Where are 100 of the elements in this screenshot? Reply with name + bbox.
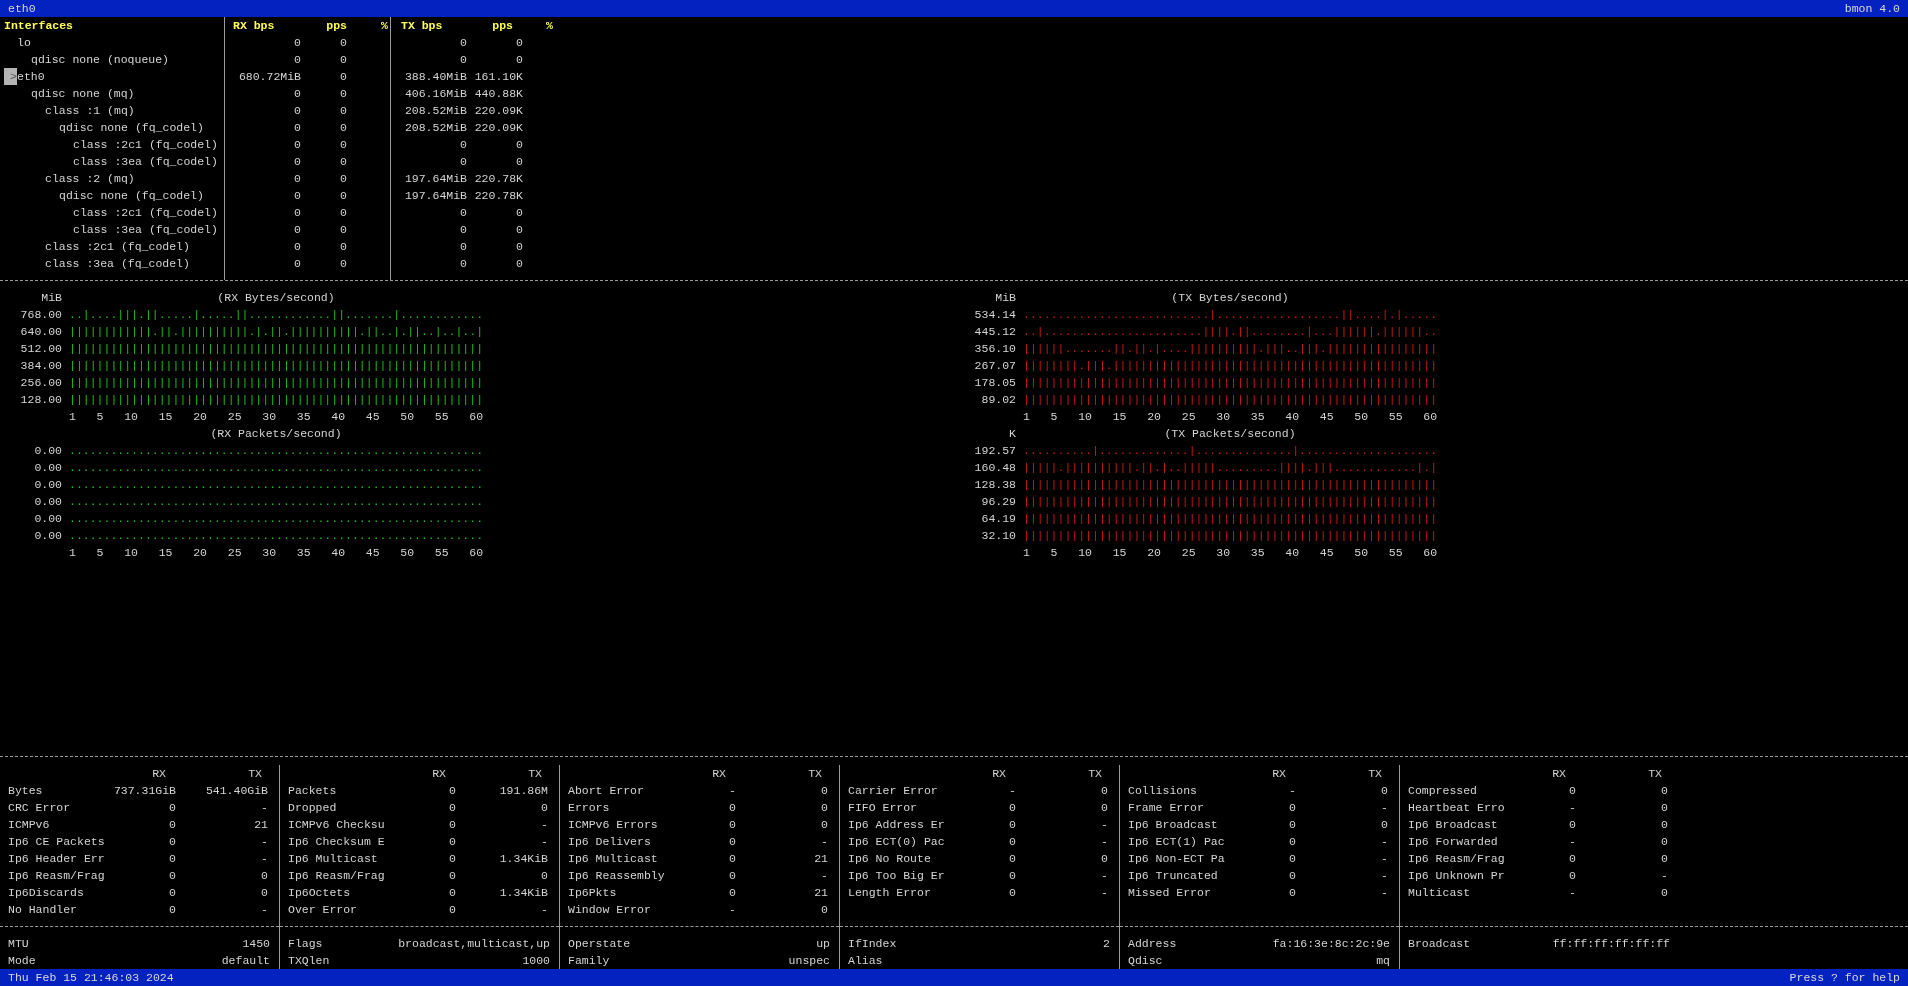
- column-header: RX: [992, 767, 1006, 780]
- interface-name[interactable]: class :3ea (fq_codel): [73, 221, 218, 238]
- interface-name[interactable]: qdisc none (fq_codel): [59, 119, 204, 136]
- info-label: TXQlen: [288, 953, 330, 969]
- stat-value: 0: [541, 869, 548, 882]
- stat-value: 0: [261, 886, 268, 899]
- stat-value: 0: [1009, 886, 1016, 899]
- stat-value: 541.40GiB: [205, 784, 268, 797]
- table-cell: 0: [340, 172, 347, 185]
- axis-label: 64.19: [981, 512, 1016, 525]
- table-cell: 0: [340, 240, 347, 253]
- column-header: RX: [152, 767, 166, 780]
- graph-bars: ||||||||||||||||||||||||||||||||||||||||||||||||||||||||||||: [1023, 374, 1438, 391]
- stat-value: -: [1101, 835, 1108, 848]
- stat-value: 21: [254, 818, 268, 831]
- stat-value: -: [821, 869, 828, 882]
- stat-value: 0: [1009, 835, 1016, 848]
- table-cell: 0: [340, 53, 347, 66]
- stat-label: Compressed: [1408, 784, 1477, 797]
- interface-name[interactable]: eth0: [17, 68, 45, 85]
- stat-value: 0: [729, 886, 736, 899]
- interface-name[interactable]: qdisc none (fq_codel): [59, 187, 204, 204]
- stat-value: 0: [541, 801, 548, 814]
- stat-label: ICMPv6 Checksu: [288, 818, 385, 831]
- interface-name[interactable]: class :3ea (fq_codel): [45, 255, 190, 272]
- interface-name[interactable]: class :3ea (fq_codel): [73, 153, 218, 170]
- graph-bars: ||||||||||||||||||||||||||||||||||||||||||||||||||||||||||||: [69, 391, 484, 408]
- graph-title: (TX Packets/second): [1164, 427, 1296, 440]
- graph-bars: |||||.||||||||||.||.|..|||||.........||||.|||............|.|: [1023, 459, 1438, 476]
- column-header: TX: [1088, 767, 1102, 780]
- stat-label: Ip6 Unknown Pr: [1408, 869, 1505, 882]
- info-value: ff:ff:ff:ff:ff:ff: [1552, 936, 1670, 952]
- stat-value: -: [1381, 869, 1388, 882]
- table-cell: 0: [460, 138, 467, 151]
- table-cell: 0: [340, 121, 347, 134]
- axis-label: 256.00: [20, 376, 62, 389]
- stat-value: -: [1381, 886, 1388, 899]
- stat-label: Ip6 Broadcast: [1408, 818, 1498, 831]
- axis-label: 178.05: [974, 376, 1016, 389]
- table-cell: 0: [294, 121, 301, 134]
- stat-label: Ip6 Broadcast: [1128, 818, 1218, 831]
- stat-value: 0: [449, 852, 456, 865]
- stat-value: 0: [729, 818, 736, 831]
- x-axis-labels: 1 5 10 15 20 25 30 35 40 45 50 55 60: [69, 409, 484, 425]
- unit-label: MiB: [995, 291, 1016, 304]
- table-cell: 0: [516, 138, 523, 151]
- axis-label: 0.00: [34, 529, 62, 542]
- stat-label: Ip6 Multicast: [568, 852, 658, 865]
- graph-bars: ............................................................: [69, 442, 484, 459]
- stat-value: 0: [1569, 818, 1576, 831]
- stat-value: -: [261, 852, 268, 865]
- stat-value: 0: [1661, 818, 1668, 831]
- stat-value: -: [541, 903, 548, 916]
- stat-value: -: [1381, 801, 1388, 814]
- stat-value: -: [1569, 801, 1576, 814]
- column-header: RX: [1272, 767, 1286, 780]
- stat-value: 0: [1381, 784, 1388, 797]
- info-label: IfIndex: [848, 936, 897, 952]
- interface-name[interactable]: class :2c1 (fq_codel): [45, 238, 190, 255]
- graph-bars: ||||||||||||||||||||||||||||||||||||||||||||||||||||||||||||: [1023, 476, 1438, 493]
- stat-value: -: [261, 835, 268, 848]
- stat-label: Abort Error: [568, 784, 644, 797]
- stat-label: Carrier Error: [848, 784, 938, 797]
- stat-value: 0: [1289, 852, 1296, 865]
- stat-value: 0: [169, 886, 176, 899]
- column-header: Interfaces: [4, 19, 73, 32]
- interface-name[interactable]: class :2c1 (fq_codel): [73, 204, 218, 221]
- row-cursor: >: [4, 68, 17, 85]
- interface-name[interactable]: qdisc none (noqueue): [31, 51, 170, 68]
- axis-label: 384.00: [20, 359, 62, 372]
- stat-value: 0: [1661, 835, 1668, 848]
- column-header: TX: [1368, 767, 1382, 780]
- status-text: bmon 4.0: [1844, 1, 1900, 17]
- interface-name[interactable]: lo: [17, 34, 31, 51]
- info-label: Address: [1128, 936, 1177, 952]
- table-cell: 0: [340, 206, 347, 219]
- interface-name[interactable]: class :2c1 (fq_codel): [73, 136, 218, 153]
- axis-label: 534.14: [974, 308, 1016, 321]
- stat-value: 0: [1101, 852, 1108, 865]
- interface-name[interactable]: class :1 (mq): [45, 102, 135, 119]
- stat-label: Length Error: [848, 886, 931, 899]
- column-header: TX: [248, 767, 262, 780]
- stat-label: Heartbeat Erro: [1408, 801, 1505, 814]
- interface-name[interactable]: qdisc none (mq): [31, 85, 135, 102]
- table-cell: 0: [516, 53, 523, 66]
- stat-value: 0: [449, 886, 456, 899]
- stat-label: Ip6 Multicast: [288, 852, 378, 865]
- table-cell: 0: [340, 70, 347, 83]
- table-cell: 406.16MiB: [404, 87, 467, 100]
- table-cell: 0: [294, 189, 301, 202]
- table-cell: 440.88K: [474, 87, 523, 100]
- interface-name[interactable]: class :2 (mq): [45, 170, 135, 187]
- stat-value: 0: [1101, 784, 1108, 797]
- stat-value: 0: [169, 869, 176, 882]
- stat-label: Ip6 ECT(0) Pac: [848, 835, 945, 848]
- table-cell: 0: [294, 87, 301, 100]
- info-value: 1450: [242, 936, 270, 952]
- table-cell: 208.52MiB: [404, 104, 467, 117]
- stat-value: 1.34KiB: [499, 886, 548, 899]
- table-cell: 0: [340, 223, 347, 236]
